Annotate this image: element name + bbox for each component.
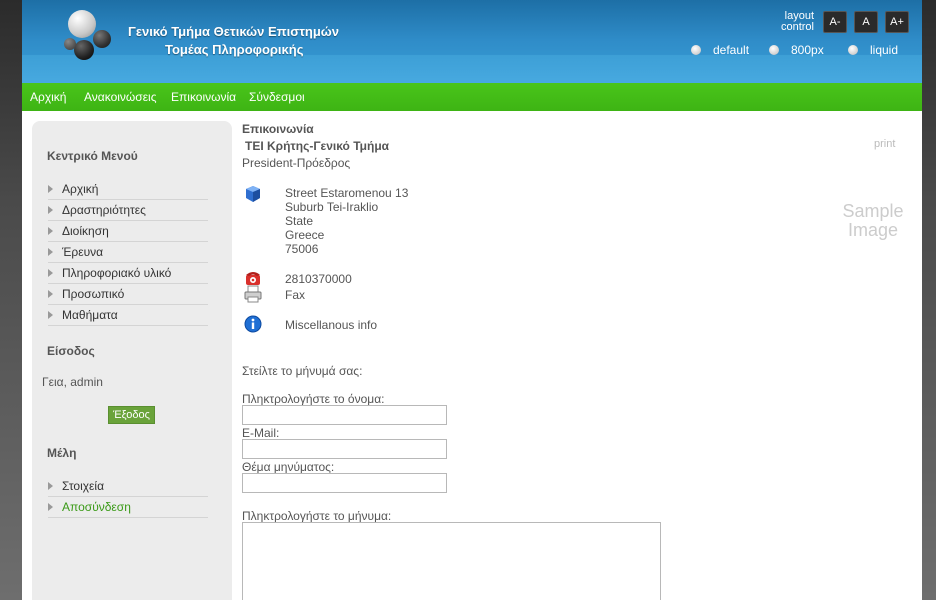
sidebar-item-home[interactable]: Αρχική: [48, 180, 208, 200]
sidebar-item-label: Δραστηριότητες: [62, 203, 146, 217]
logo-ball-icon: [68, 10, 96, 38]
main-content: Επικοινωνία ΤΕΙ Κρήτης-Γενικό Τμήμα Pres…: [242, 111, 922, 600]
logo-ball-icon: [64, 38, 76, 50]
triangle-right-icon: [48, 206, 53, 214]
name-input[interactable]: [242, 405, 447, 425]
greeting-text: Γεια, admin: [42, 375, 103, 389]
triangle-right-icon: [48, 269, 53, 277]
address-icon: [246, 186, 260, 202]
sidebar: Κεντρικό Μενού Αρχική Δραστηριότητες Διο…: [32, 121, 232, 600]
site-header: Γενικό Τμήμα Θετικών Επιστημών Τομέας Πλ…: [22, 0, 922, 83]
address-line: 75006: [285, 242, 319, 256]
font-reset-button[interactable]: A: [854, 11, 878, 33]
members-heading: Μέλη: [47, 446, 77, 460]
sidebar-item-label: Στοιχεία: [62, 479, 105, 493]
address-line: Greece: [285, 228, 325, 242]
phone-number: 2810370000: [285, 272, 352, 286]
sidebar-item-logout[interactable]: Αποσύνδεση: [48, 498, 208, 518]
sidebar-item-label: Έρευνα: [62, 245, 104, 259]
misc-info: Miscellanous info: [285, 318, 378, 332]
sidebar-item-administration[interactable]: Διοίκηση: [48, 222, 208, 242]
logo-ball-icon: [93, 30, 111, 48]
address-line: State: [285, 214, 314, 228]
site-subtitle: Τομέας Πληροφορικής: [165, 42, 304, 57]
contact-position: President-Πρόεδρος: [242, 156, 351, 170]
triangle-right-icon: [48, 248, 53, 256]
triangle-right-icon: [48, 227, 53, 235]
site-title: Γενικό Τμήμα Θετικών Επιστημών: [128, 24, 339, 39]
width-option-label: liquid: [870, 43, 899, 57]
nav-item-links[interactable]: Σύνδεσμοι: [249, 90, 305, 104]
subject-label: Θέμα μηνύματος:: [242, 460, 335, 474]
font-decrease-button[interactable]: A-: [823, 11, 847, 33]
sidebar-item-label: Πληροφοριακό υλικό: [62, 266, 172, 280]
sidebar-item-activities[interactable]: Δραστηριότητες: [48, 201, 208, 221]
main-menu-heading: Κεντρικό Μενού: [47, 149, 138, 163]
address-line: Street Estaromenou 13: [285, 186, 409, 200]
font-increase-button[interactable]: A+: [885, 11, 909, 33]
message-textarea[interactable]: [242, 522, 661, 600]
logout-button[interactable]: Έξοδος: [108, 406, 155, 424]
sidebar-item-info-material[interactable]: Πληροφοριακό υλικό: [48, 264, 208, 284]
radio-icon: [848, 45, 858, 55]
login-heading: Είσοδος: [47, 344, 95, 358]
sidebar-item-label: Αρχική: [62, 182, 99, 196]
nav-item-contact[interactable]: Επικοινωνία: [171, 90, 236, 104]
layout-label-line: control: [780, 21, 814, 33]
form-intro: Στείλτε το μήνυμά σας:: [242, 364, 363, 378]
triangle-right-icon: [48, 503, 53, 511]
message-label: Πληκτρολογήστε το μήνυμα:: [242, 509, 392, 523]
sidebar-item-label: Προσωπικό: [62, 287, 125, 301]
triangle-right-icon: [48, 311, 53, 319]
layout-control-label: layout control: [772, 11, 814, 33]
radio-icon: [691, 45, 701, 55]
nav-item-home[interactable]: Αρχική: [30, 90, 66, 104]
sidebar-item-label: Μαθήματα: [62, 308, 118, 322]
width-option-label: default: [713, 43, 750, 57]
triangle-right-icon: [48, 482, 53, 490]
contact-name: ΤΕΙ Κρήτης-Γενικό Τμήμα: [245, 139, 390, 153]
sidebar-item-staff[interactable]: Προσωπικό: [48, 285, 208, 305]
page-wrapper: Γενικό Τμήμα Θετικών Επιστημών Τομέας Πλ…: [22, 0, 922, 600]
logo-ball-icon: [74, 40, 94, 60]
sidebar-item-research[interactable]: Έρευνα: [48, 243, 208, 263]
email-label: E-Mail:: [242, 426, 280, 440]
address-line: Suburb Tei-Iraklio: [285, 200, 379, 214]
fax-icon: [244, 285, 262, 303]
radio-icon: [769, 45, 779, 55]
triangle-right-icon: [48, 290, 53, 298]
subject-input[interactable]: [242, 473, 447, 493]
site-logo[interactable]: [60, 6, 160, 76]
print-link[interactable]: print: [874, 138, 895, 150]
sidebar-item-courses[interactable]: Μαθήματα: [48, 306, 208, 326]
sidebar-item-details[interactable]: Στοιχεία: [48, 477, 208, 497]
email-input[interactable]: [242, 439, 447, 459]
page-title: Επικοινωνία: [242, 122, 314, 136]
nav-item-announcements[interactable]: Ανακοινώσεις: [84, 90, 157, 104]
sidebar-item-label: Αποσύνδεση: [62, 500, 131, 514]
triangle-right-icon: [48, 185, 53, 193]
width-option-label: 800px: [791, 43, 824, 57]
sidebar-item-label: Διοίκηση: [62, 224, 109, 238]
fax-text: Fax: [285, 288, 306, 302]
name-label: Πληκτρολογήστε το όνομα:: [242, 392, 385, 406]
address-block: Street Estaromenou 13 Suburb Tei-Iraklio…: [285, 186, 408, 256]
sample-image-placeholder: Sample Image: [842, 201, 904, 240]
info-icon: [244, 315, 262, 333]
top-nav: Αρχική Ανακοινώσεις Επικοινωνία Σύνδεσμο…: [22, 83, 922, 111]
